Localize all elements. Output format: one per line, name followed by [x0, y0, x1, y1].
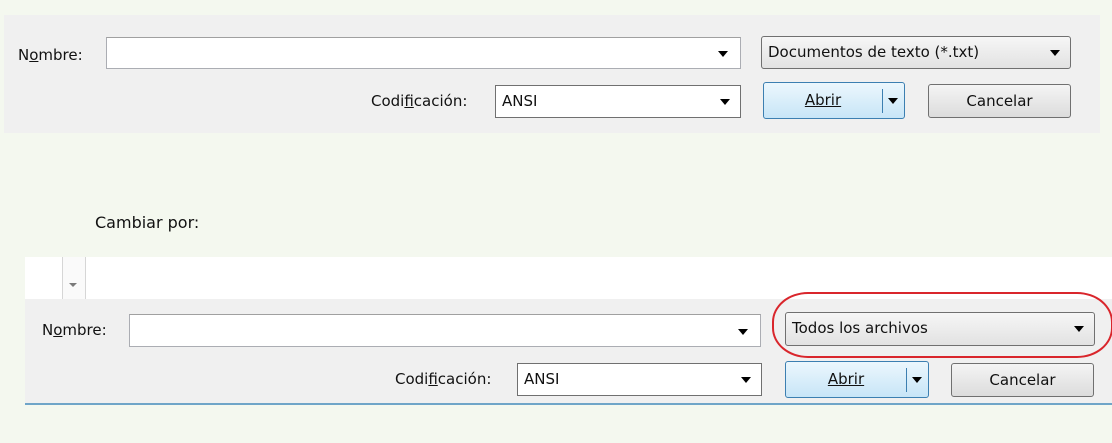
- dialog-bottom-border: [25, 403, 1112, 405]
- open-split-divider: [882, 89, 883, 113]
- filename-dropdown-icon-bottom[interactable]: [738, 329, 748, 335]
- cancel-button-text: Cancelar: [966, 92, 1033, 110]
- caption-label: Cambiar por:: [95, 213, 200, 232]
- encoding-label: Codificación:: [371, 91, 467, 111]
- encoding-chevron-down-icon-bottom: [741, 377, 751, 383]
- filetype-selected: Documentos de texto (*.txt): [768, 43, 980, 61]
- name-label-bottom: Nombre:: [42, 320, 107, 340]
- encoding-select-bottom[interactable]: ANSI: [517, 363, 762, 396]
- cancel-button[interactable]: Cancelar: [928, 84, 1071, 118]
- filetype-selected-bottom: Todos los archivos: [792, 319, 928, 337]
- open-button-label[interactable]: Abrir: [764, 83, 882, 118]
- top-save-dialog: Nombre: Documentos de texto (*.txt) Codi…: [4, 15, 1100, 133]
- open-button-text: Abrir: [804, 91, 842, 109]
- encoding-chevron-down-icon: [720, 99, 730, 105]
- encoding-label-text: Codificación:: [371, 92, 468, 110]
- filename-dropdown-icon[interactable]: [718, 51, 728, 57]
- column-splitter: [62, 257, 86, 299]
- encoding-label-bottom-text: Codificación:: [395, 370, 492, 388]
- open-split-chevron-down-icon[interactable]: [888, 98, 898, 104]
- encoding-selected: ANSI: [502, 92, 538, 110]
- scroll-down-icon[interactable]: [69, 283, 77, 287]
- filetype-select[interactable]: Documentos de texto (*.txt): [761, 36, 1071, 69]
- encoding-select[interactable]: ANSI: [495, 85, 741, 118]
- encoding-selected-bottom: ANSI: [524, 370, 560, 388]
- open-split-divider-bottom: [906, 368, 907, 392]
- open-split-chevron-down-icon-bottom[interactable]: [912, 377, 922, 383]
- open-button[interactable]: Abrir: [763, 82, 905, 119]
- encoding-label-bottom: Codificación:: [395, 369, 491, 389]
- name-label-text: Nombre:: [18, 46, 83, 64]
- cancel-button-bottom-text: Cancelar: [989, 371, 1056, 389]
- open-button-bottom-label[interactable]: Abrir: [786, 362, 906, 397]
- filename-input-bottom[interactable]: [129, 314, 761, 347]
- open-button-bottom-text: Abrir: [827, 370, 865, 388]
- filetype-select-bottom[interactable]: Todos los archivos: [785, 312, 1095, 346]
- caption-text: Cambiar por:: [95, 213, 199, 233]
- filename-input[interactable]: [106, 37, 741, 69]
- open-button-bottom[interactable]: Abrir: [785, 361, 929, 398]
- name-label: Nombre:: [18, 45, 83, 65]
- filetype-chevron-down-icon-bottom: [1074, 326, 1084, 332]
- name-label-bottom-text: Nombre:: [42, 321, 107, 339]
- cancel-button-bottom[interactable]: Cancelar: [951, 363, 1094, 397]
- filetype-chevron-down-icon: [1050, 50, 1060, 56]
